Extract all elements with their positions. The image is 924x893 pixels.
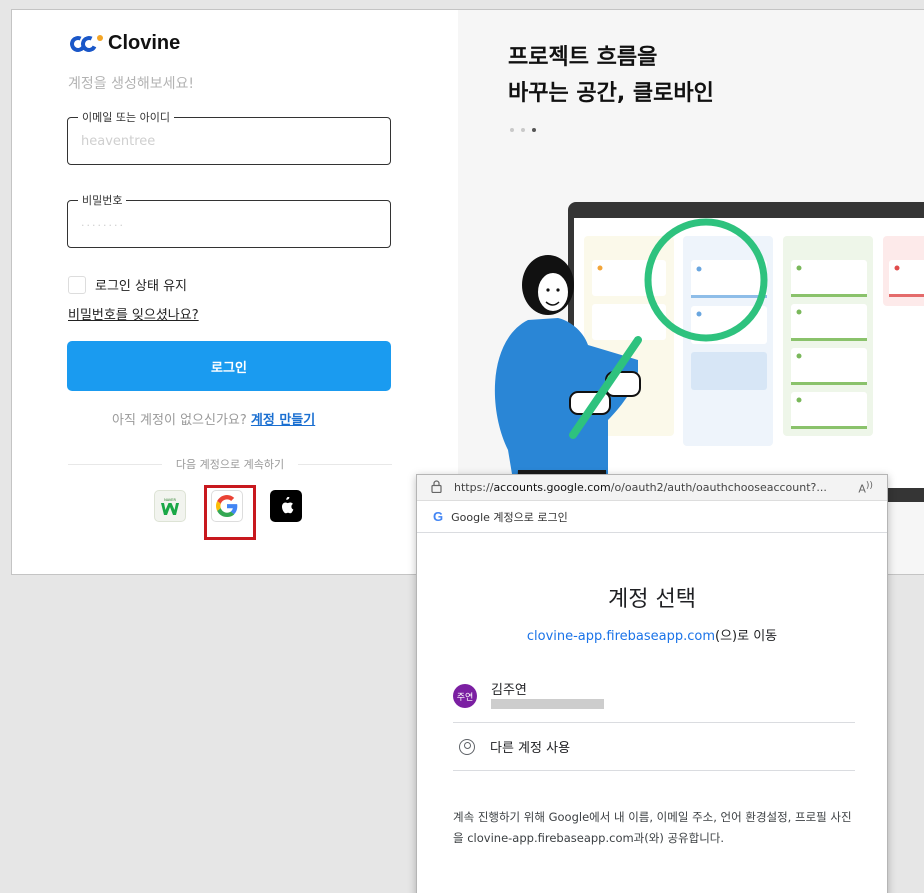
password-label: 비밀번호	[78, 192, 127, 208]
continue-with-text: 다음 계정으로 계속하기	[175, 458, 285, 471]
use-another-account-option[interactable]: 다른 계정 사용	[453, 723, 855, 771]
keep-signed-in-checkbox[interactable]	[68, 275, 86, 294]
redirect-suffix: (으)로 이동	[715, 629, 778, 644]
social-divider: 다음 계정으로 계속하기	[68, 456, 393, 472]
login-button[interactable]: 로그인	[67, 341, 391, 391]
account-email-redacted	[491, 699, 604, 709]
google-signin-header-text: Google 계정으로 로그인	[451, 510, 568, 524]
popup-url[interactable]: https://accounts.google.com/o/oauth2/aut…	[454, 481, 827, 494]
apple-login-button[interactable]	[270, 490, 302, 522]
login-panel: Clovine 계정을 생성해보세요! 이메일 또는 아이디 heaventre…	[12, 10, 458, 574]
keep-signed-in[interactable]: 로그인 상태 유지	[68, 275, 187, 294]
password-value[interactable]: ········	[81, 219, 125, 232]
forgot-password-link[interactable]: 비밀번호를 잊으셨나요?	[68, 304, 199, 323]
choose-account-title: 계정 선택	[608, 587, 696, 612]
apple-icon	[281, 497, 294, 514]
email-field[interactable]: 이메일 또는 아이디 heaventree	[67, 109, 391, 165]
no-account-text: 아직 계정이 없으신가요?	[112, 413, 247, 428]
privacy-disclaimer: 계속 진행하기 위해 Google에서 내 이름, 이메일 주소, 언어 환경설…	[453, 810, 852, 845]
page-subtitle: 계정을 생성해보세요!	[68, 76, 194, 92]
popup-url-bar[interactable]: https://accounts.google.com/o/oauth2/aut…	[417, 475, 887, 501]
signup-row: 아직 계정이 없으신가요? 계정 만들기	[12, 409, 458, 428]
account-name: 김주연	[491, 683, 527, 698]
naver-works-icon: NAVER	[161, 498, 179, 515]
svg-text:NAVER: NAVER	[164, 498, 176, 502]
google-oauth-popup: https://accounts.google.com/o/oauth2/aut…	[416, 474, 888, 893]
avatar: 주연	[453, 684, 477, 708]
carousel-dots	[510, 128, 536, 132]
carousel-dot[interactable]	[521, 128, 525, 132]
hero-line-1: 프로젝트 흐름을	[508, 45, 658, 70]
google-signin-header: G Google 계정으로 로그인	[417, 501, 887, 533]
redirect-notice: clovine-app.firebaseapp.com(으)로 이동	[417, 625, 887, 644]
keep-signed-in-label[interactable]: 로그인 상태 유지	[95, 275, 187, 294]
carousel-dot-active[interactable]	[532, 128, 536, 132]
google-g-icon: G	[433, 509, 444, 524]
account-option[interactable]: 주연 김주연	[453, 671, 855, 723]
signup-link[interactable]: 계정 만들기	[251, 413, 315, 428]
hero-line-2: 바꾸는 공간, 클로바인	[508, 81, 714, 106]
lock-icon	[431, 479, 442, 496]
google-icon	[216, 495, 238, 517]
read-aloud-icon[interactable]: A))	[858, 480, 873, 496]
google-login-button[interactable]	[211, 490, 243, 522]
naver-works-login-button[interactable]: NAVER	[154, 490, 186, 522]
hero-headline: 프로젝트 흐름을 바꾸는 공간, 클로바인	[508, 40, 714, 112]
password-field[interactable]: 비밀번호 ········	[67, 192, 391, 248]
brand-name: Clovine	[108, 32, 181, 54]
account-circle-icon	[459, 738, 475, 755]
redirect-domain-link[interactable]: clovine-app.firebaseapp.com	[527, 629, 715, 644]
brand-logo: Clovine	[67, 32, 181, 55]
clovine-logo-icon	[67, 33, 103, 54]
email-value[interactable]: heaventree	[81, 134, 155, 149]
email-label: 이메일 또는 아이디	[78, 109, 174, 125]
carousel-dot[interactable]	[510, 128, 514, 132]
use-another-account-label: 다른 계정 사용	[490, 741, 571, 756]
